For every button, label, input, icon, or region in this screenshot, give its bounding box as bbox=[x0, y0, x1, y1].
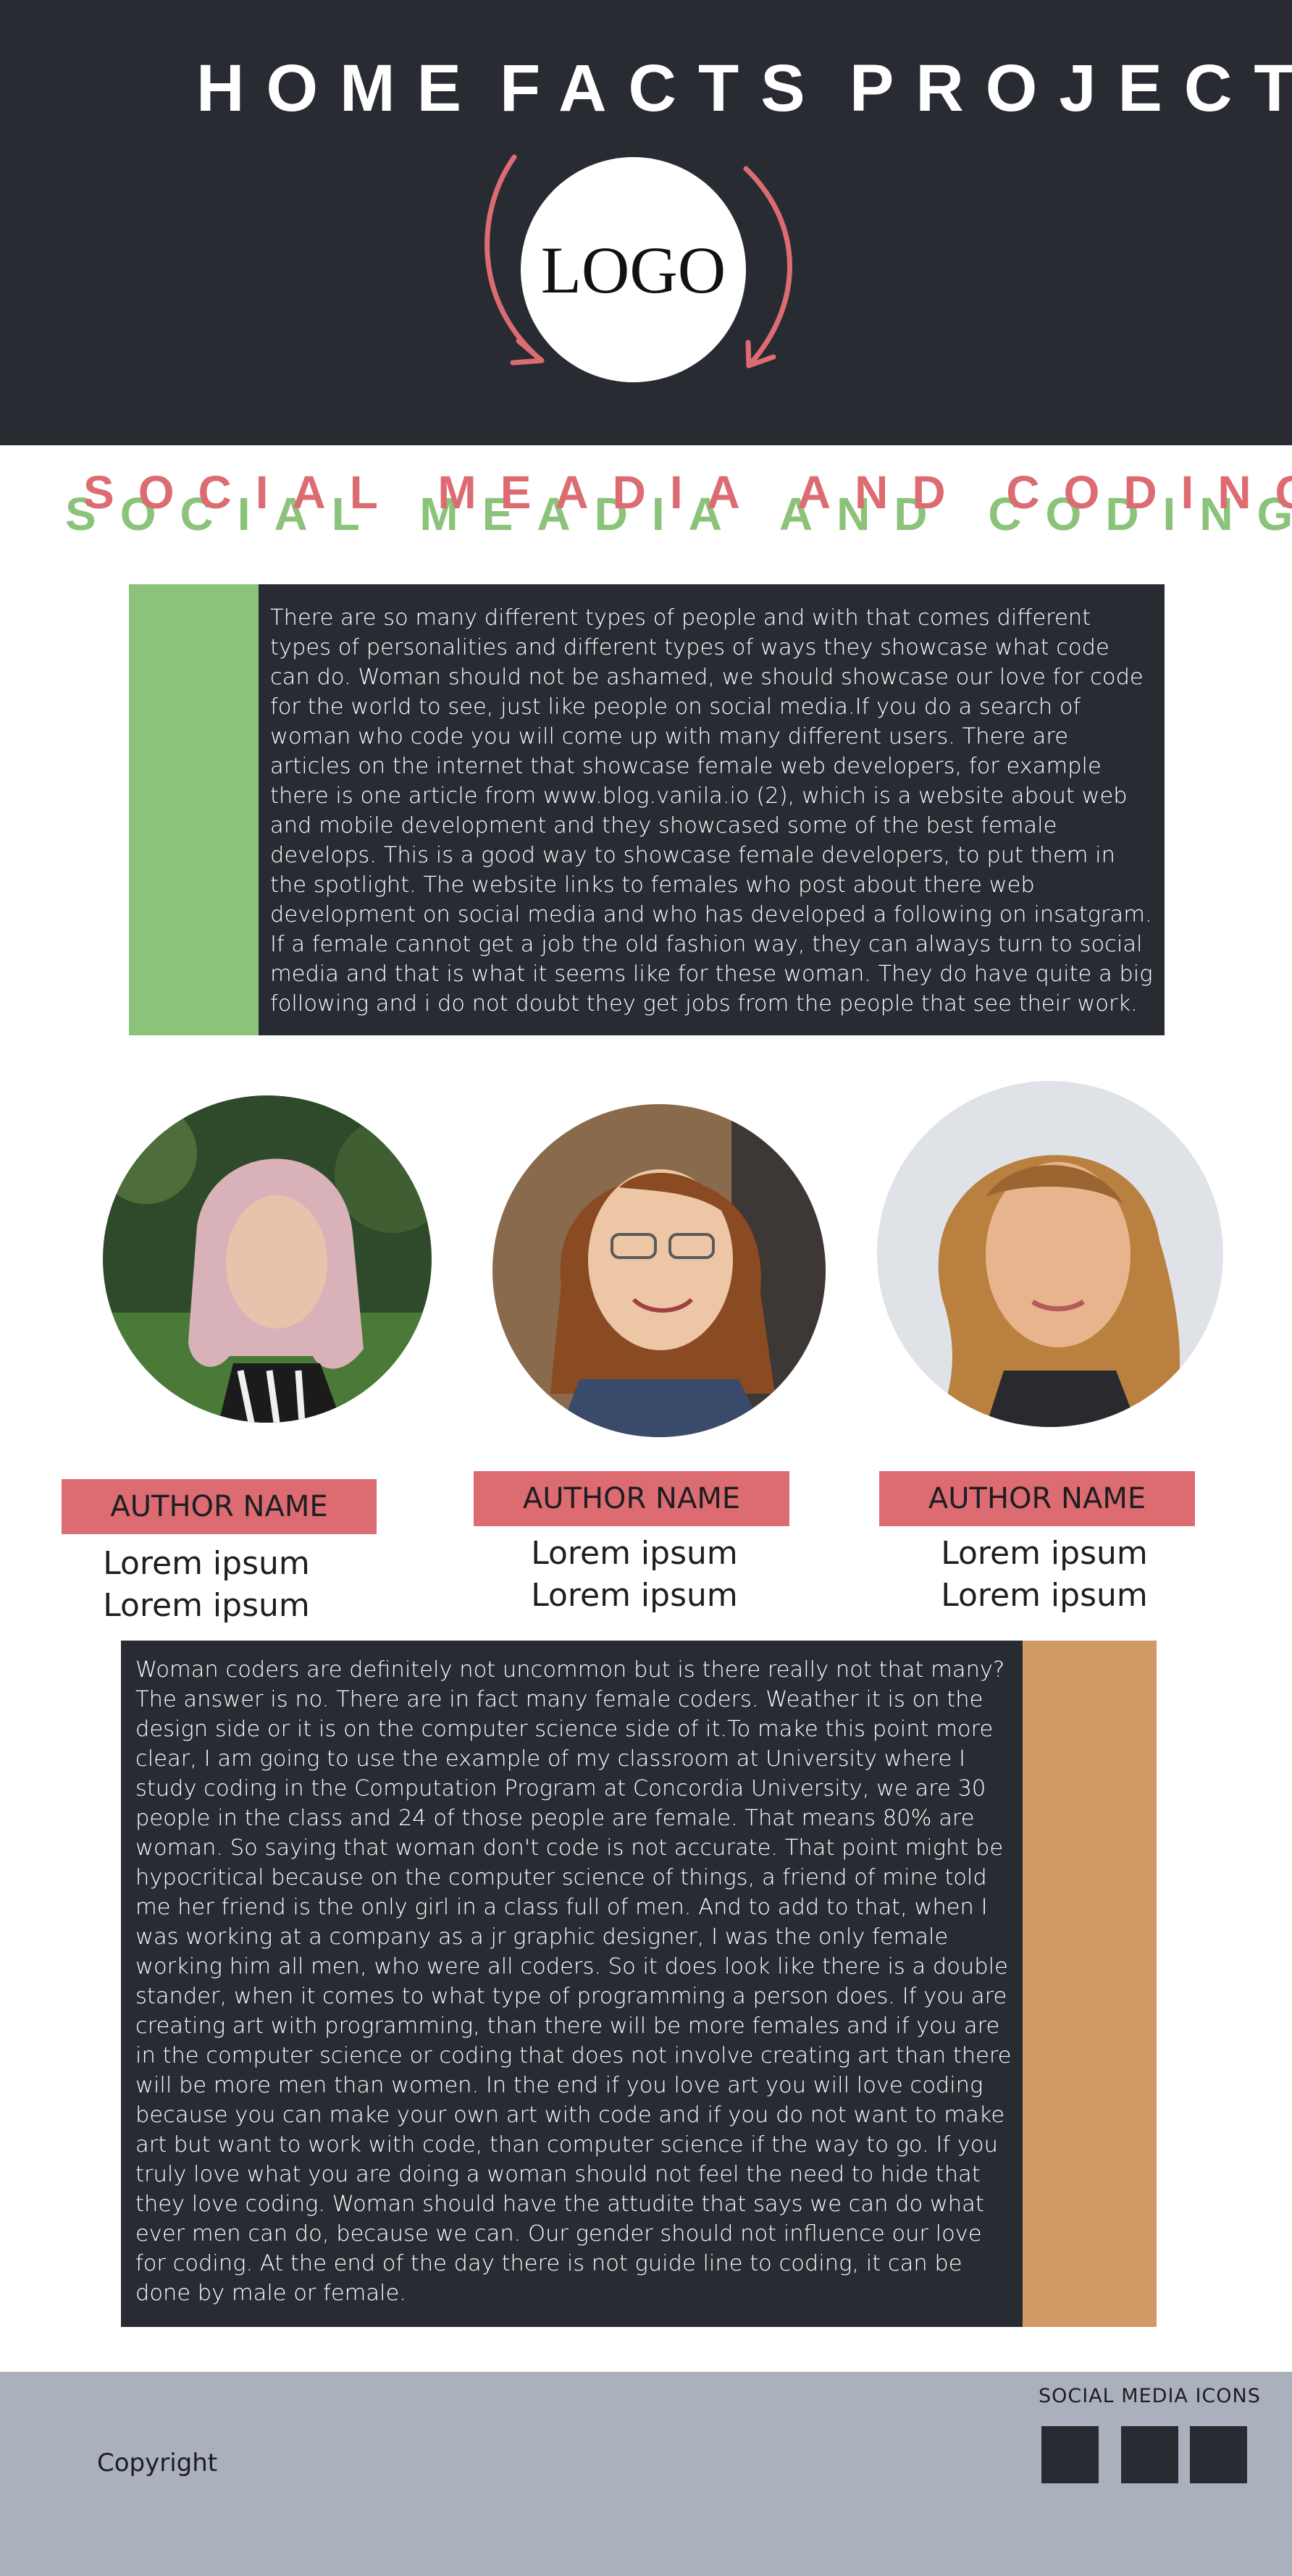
logo[interactable]: LOGO bbox=[521, 157, 746, 382]
nav-home-link[interactable]: HOME bbox=[196, 45, 483, 132]
social-icon-3[interactable] bbox=[1190, 2426, 1247, 2483]
article-2-text: Woman coders are definitely not uncommon… bbox=[135, 1657, 1012, 2306]
author-1-photo bbox=[103, 1095, 432, 1423]
page-title: SOCIAL MEADIA AND CODING SOCIAL MEADIA A… bbox=[65, 463, 1292, 550]
author-1-bio-line-2: Lorem ipsum bbox=[103, 1587, 310, 1624]
author-1-bio: Lorem ipsum Lorem ipsum bbox=[62, 1543, 351, 1627]
social-icon-2[interactable] bbox=[1121, 2426, 1178, 2483]
author-3-bio-line-1: Lorem ipsum bbox=[941, 1535, 1148, 1572]
nav-project-link[interactable]: PROJECT bbox=[850, 45, 1292, 132]
article-block-2: Woman coders are definitely not uncommon… bbox=[121, 1641, 1023, 2327]
author-2-name: AUTHOR NAME bbox=[474, 1471, 789, 1526]
author-2-bio: Lorem ipsum Lorem ipsum bbox=[490, 1533, 779, 1617]
accent-bar-green bbox=[129, 584, 259, 1035]
author-2-name-text: AUTHOR NAME bbox=[522, 1482, 741, 1515]
author-2-bio-line-2: Lorem ipsum bbox=[531, 1577, 738, 1614]
author-1-bio-line-1: Lorem ipsum bbox=[103, 1545, 310, 1582]
author-3-name-text: AUTHOR NAME bbox=[928, 1482, 1146, 1515]
author-3-bio-line-2: Lorem ipsum bbox=[941, 1577, 1148, 1614]
author-2-photo bbox=[492, 1104, 826, 1437]
title-text: SOCIAL MEADIA AND CODING bbox=[83, 466, 1292, 518]
author-3-name: AUTHOR NAME bbox=[879, 1471, 1195, 1526]
author-3-bio: Lorem ipsum Lorem ipsum bbox=[899, 1533, 1189, 1617]
article-1-text: There are so many different types of peo… bbox=[270, 605, 1153, 1016]
social-icon-1[interactable] bbox=[1041, 2426, 1099, 2483]
article-block-1: There are so many different types of peo… bbox=[259, 584, 1165, 1035]
logo-text: LOGO bbox=[540, 232, 726, 307]
accent-bar-tan bbox=[1023, 1641, 1157, 2327]
author-1-name-text: AUTHOR NAME bbox=[110, 1490, 328, 1523]
nav-facts-link[interactable]: FACTS bbox=[500, 45, 827, 132]
author-2-bio-line-1: Lorem ipsum bbox=[531, 1535, 738, 1572]
copyright-text: Copyright bbox=[97, 2449, 218, 2478]
author-3-photo bbox=[877, 1081, 1223, 1427]
social-media-label: SOCIAL MEDIA ICONS bbox=[1039, 2385, 1261, 2407]
author-1-name: AUTHOR NAME bbox=[62, 1479, 377, 1534]
